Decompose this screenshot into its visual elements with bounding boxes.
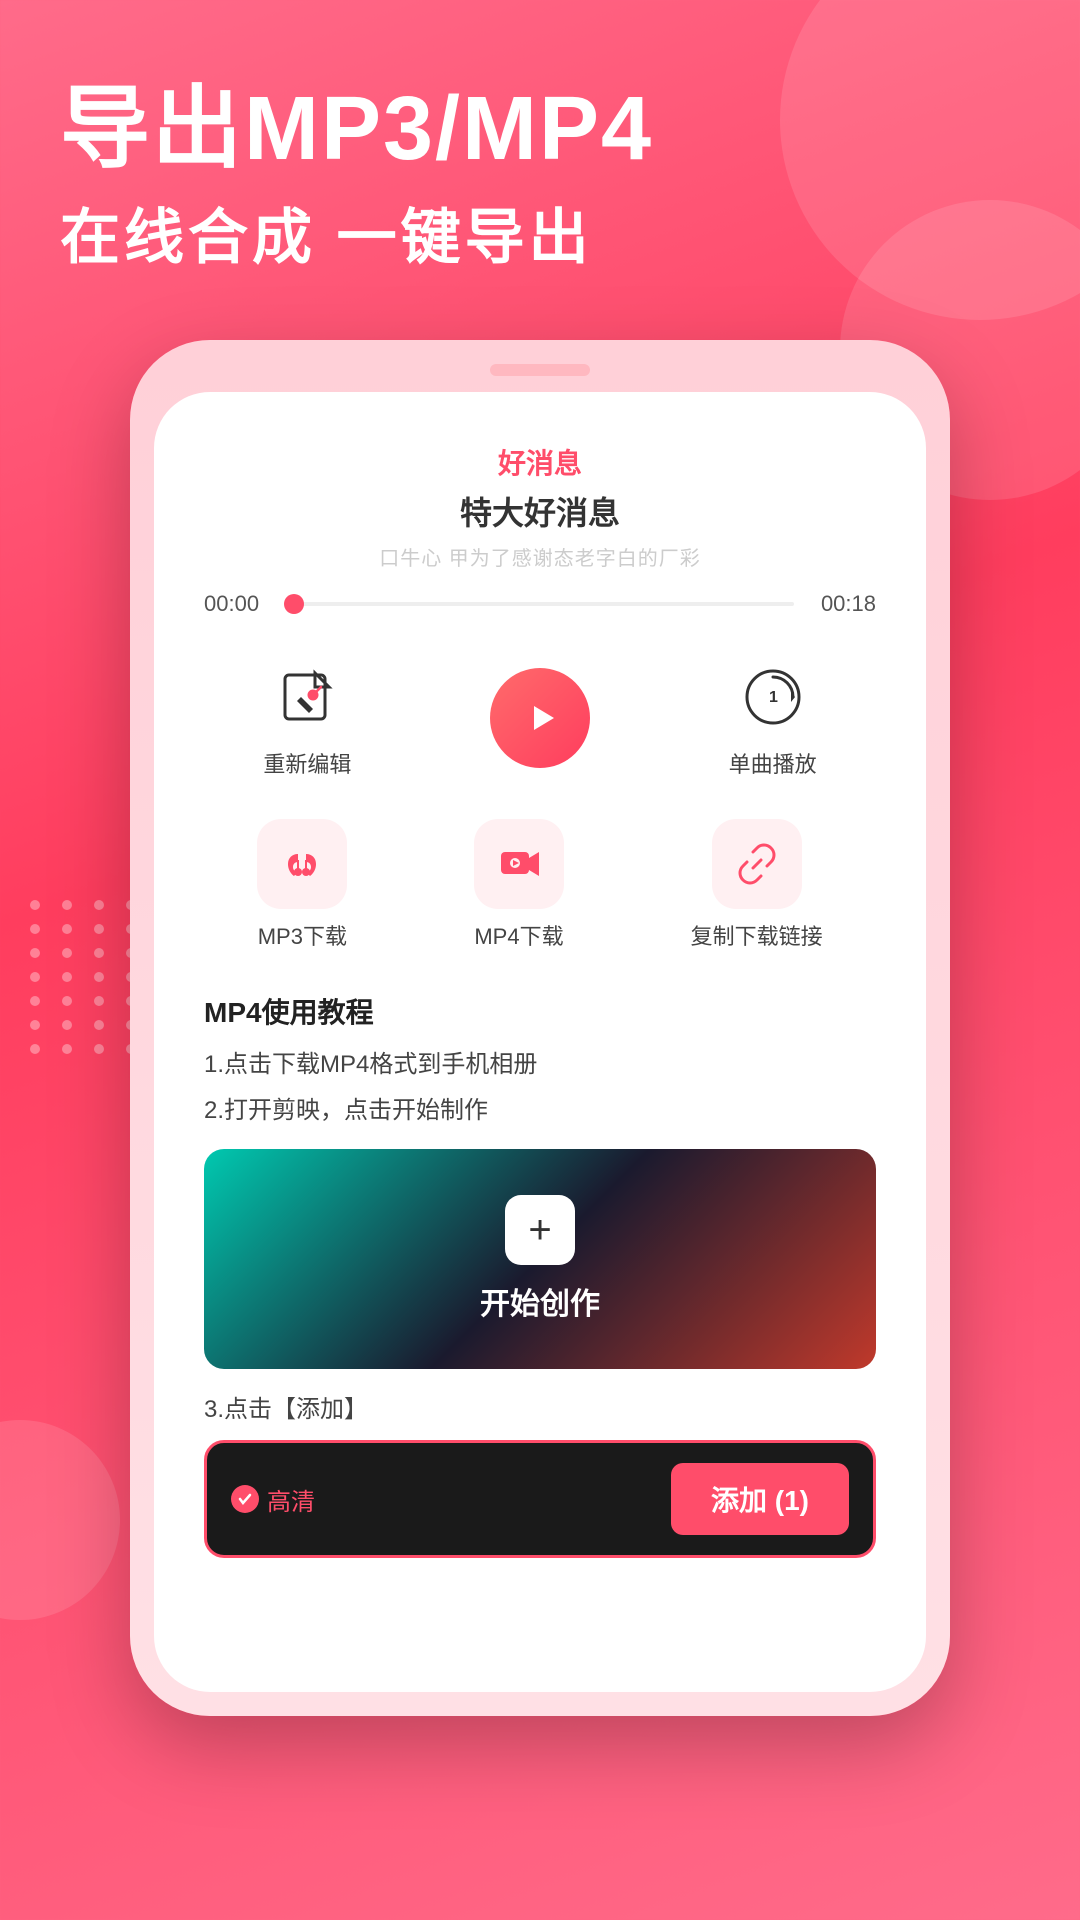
page-title: 导出MP3/MP4	[60, 80, 1020, 179]
page-subtitle: 在线合成 一键导出	[60, 189, 1020, 276]
time-start: 00:00	[204, 591, 274, 617]
tutorial-title: MP4使用教程	[204, 991, 876, 1031]
video-btn-label: 开始创作	[480, 1279, 600, 1323]
step-1: 1.点击下载MP4格式到手机相册	[204, 1047, 876, 1083]
tutorial-section: MP4使用教程 1.点击下载MP4格式到手机相册 2.打开剪映，点击开始制作 +…	[194, 991, 886, 1558]
progress-bar[interactable]: 00:00 00:18	[194, 591, 886, 617]
hd-badge: 高清	[231, 1482, 315, 1517]
bg-decoration-3	[0, 1420, 120, 1620]
progress-track[interactable]	[286, 602, 794, 606]
good-news-label: 好消息	[194, 442, 886, 482]
single-play-icon: 1	[733, 657, 813, 737]
hd-label: 高清	[267, 1482, 315, 1517]
single-play-action[interactable]: 1 单曲播放	[729, 657, 817, 779]
mp3-icon-wrap	[257, 819, 347, 909]
mp4-download[interactable]: MP4下载	[474, 819, 564, 951]
plus-icon: +	[505, 1195, 575, 1265]
single-play-label: 单曲播放	[729, 747, 817, 779]
play-icon[interactable]	[490, 668, 590, 768]
reedit-label: 重新编辑	[263, 747, 351, 779]
mp3-label: MP3下载	[258, 919, 347, 951]
step-2: 2.打开剪映，点击开始制作	[204, 1093, 876, 1129]
time-end: 00:18	[806, 591, 876, 617]
video-thumbnail[interactable]: + 开始创作	[204, 1149, 876, 1369]
add-button[interactable]: 添加 (1)	[671, 1463, 849, 1535]
header: 导出MP3/MP4 在线合成 一键导出	[0, 0, 1080, 316]
svg-text:1: 1	[769, 689, 778, 706]
reedit-icon	[267, 657, 347, 737]
phone-outer: 好消息 特大好消息 口牛心 甲为了感谢态老字白的厂彩 00:00 00:18	[130, 340, 950, 1716]
mp4-icon-wrap	[474, 819, 564, 909]
download-row: MP3下载 MP4下载	[194, 819, 886, 951]
mp4-label: MP4下载	[474, 919, 563, 951]
step-3: 3.点击【添加】	[204, 1389, 876, 1424]
reedit-action[interactable]: 重新编辑	[263, 657, 351, 779]
phone-notch	[490, 364, 590, 376]
hd-check-icon	[231, 1485, 259, 1513]
play-action[interactable]	[490, 668, 590, 768]
song-desc: 口牛心 甲为了感谢态老字白的厂彩	[194, 542, 886, 571]
mp3-download[interactable]: MP3下载	[257, 819, 347, 951]
copy-icon-wrap	[712, 819, 802, 909]
add-bar: 高清 添加 (1)	[204, 1440, 876, 1558]
action-row-1: 重新编辑 1	[194, 657, 886, 779]
copy-label: 复制下载链接	[691, 919, 823, 951]
phone-mockup: 好消息 特大好消息 口牛心 甲为了感谢态老字白的厂彩 00:00 00:18	[130, 340, 950, 1716]
song-title: 特大好消息	[194, 488, 886, 534]
phone-screen: 好消息 特大好消息 口牛心 甲为了感谢态老字白的厂彩 00:00 00:18	[154, 392, 926, 1692]
copy-link[interactable]: 复制下载链接	[691, 819, 823, 951]
progress-thumb[interactable]	[284, 594, 304, 614]
